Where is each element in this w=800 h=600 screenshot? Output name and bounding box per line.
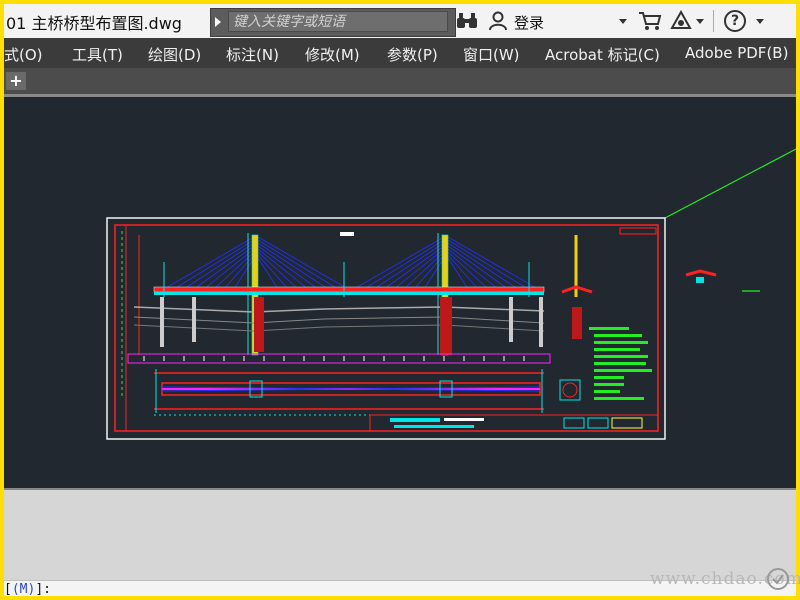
command-option[interactable]: (M) xyxy=(12,582,35,596)
search-input[interactable] xyxy=(228,11,448,32)
search-box xyxy=(210,8,456,37)
watermark-logo-icon xyxy=(767,568,789,590)
exchange-icon[interactable] xyxy=(670,10,692,32)
file-tab-strip: + xyxy=(4,68,796,94)
command-prompt: [(M)]: xyxy=(4,582,51,596)
autocad-window: 01 主桥桥型布置图.dwg 登录 ? xyxy=(4,4,796,596)
notes-block xyxy=(589,327,652,400)
bridge-deck xyxy=(153,286,545,293)
menu-format[interactable]: 式(O) xyxy=(4,44,43,65)
model-space-background xyxy=(4,488,796,582)
menu-window[interactable]: 窗口(W) xyxy=(463,44,520,65)
search-arrow-icon[interactable] xyxy=(215,17,221,27)
cart-icon[interactable] xyxy=(638,11,662,31)
scale-bar xyxy=(127,353,551,364)
menu-dimension[interactable]: 标注(N) xyxy=(226,44,279,65)
command-prefix: [ xyxy=(4,582,12,596)
user-icon[interactable] xyxy=(488,11,508,31)
plus-icon[interactable]: + xyxy=(6,72,26,90)
menu-bar: 式(O) 工具(T) 绘图(D) 标注(N) 修改(M) 参数(P) 窗口(W)… xyxy=(4,38,796,68)
title-bar: 01 主桥桥型布置图.dwg 登录 ? xyxy=(4,4,796,39)
toolbar-divider xyxy=(713,10,714,32)
drawing-canvas[interactable] xyxy=(4,97,796,488)
binoculars-icon[interactable] xyxy=(456,12,478,30)
chevron-down-icon[interactable] xyxy=(619,19,627,24)
bridge-layout-drawing xyxy=(106,148,796,440)
login-link[interactable]: 登录 xyxy=(514,12,544,33)
menu-tools[interactable]: 工具(T) xyxy=(72,44,123,65)
document-title: 01 主桥桥型布置图.dwg xyxy=(6,14,182,33)
chevron-down-icon[interactable] xyxy=(756,19,764,24)
menu-parameters[interactable]: 参数(P) xyxy=(387,44,438,65)
leader-line xyxy=(664,148,796,219)
help-icon[interactable]: ? xyxy=(724,10,746,32)
chevron-down-icon[interactable] xyxy=(696,19,704,24)
menu-acrobat-markup[interactable]: Acrobat 标记(C) xyxy=(545,44,660,65)
menu-adobe-pdf[interactable]: Adobe PDF(B) xyxy=(685,44,788,62)
menu-draw[interactable]: 绘图(D) xyxy=(148,44,201,65)
detail-marker xyxy=(685,269,760,292)
command-suffix: ]: xyxy=(35,582,51,596)
menu-modify[interactable]: 修改(M) xyxy=(305,44,360,65)
plan-view xyxy=(154,369,544,416)
title-block xyxy=(369,414,659,432)
